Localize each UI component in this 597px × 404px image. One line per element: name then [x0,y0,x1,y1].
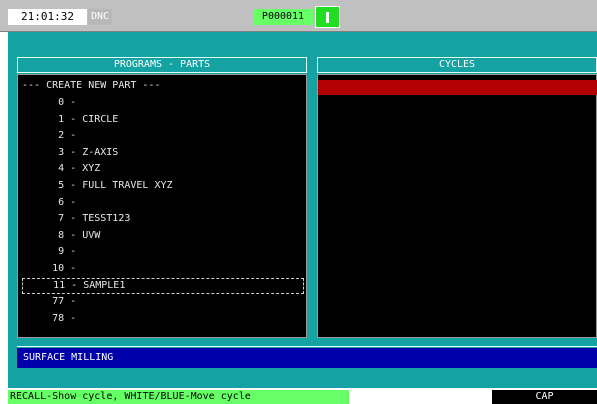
top-status-bar: 21:01:32 DNC P000011 [0,0,597,32]
dnc-indicator[interactable]: DNC [88,9,112,25]
program-item[interactable]: 3 - Z-AXIS [22,146,118,160]
program-item[interactable]: 7 - TESST123 [22,212,130,226]
cycle-selection-highlight[interactable] [318,80,597,95]
program-item[interactable]: 5 - FULL TRAVEL XYZ [22,179,172,193]
program-item[interactable]: 6 - [22,196,82,210]
program-item[interactable]: 8 - UVW [22,229,100,243]
program-item[interactable]: 2 - [22,129,82,143]
status-bar-icon [326,12,329,23]
cycles-list[interactable] [317,74,597,338]
program-id-indicator: P000011 [253,9,313,25]
clock-display: 21:01:32 [8,9,87,25]
mode-strip-border [17,346,597,347]
program-item[interactable]: 10 - [22,262,82,276]
program-item[interactable]: 78 - [22,312,82,326]
caps-lock-indicator: CAP [492,390,597,404]
mode-label: SURFACE MILLING [23,352,114,363]
cycles-panel-title: CYCLES [438,59,476,70]
program-item[interactable]: 9 - [22,245,82,259]
mode-strip: SURFACE MILLING [17,348,597,368]
program-item[interactable]: 1 - CIRCLE [22,113,118,127]
programs-panel-header: PROGRAMS - PARTS [17,57,307,73]
run-status-indicator [315,6,340,28]
create-new-part-item[interactable]: --- CREATE NEW PART --- [22,79,160,93]
key-hint: RECALL-Show cycle, WHITE/BLUE-Move cycle [8,390,349,404]
program-item[interactable]: 11 - SAMPLE1 [22,278,304,294]
program-item[interactable]: 77 - [22,295,82,309]
program-item[interactable]: 0 - [22,96,82,110]
program-item[interactable]: 4 - XYZ [22,162,100,176]
programs-panel-title: PROGRAMS - PARTS [113,59,211,70]
cycles-panel-header: CYCLES [317,57,597,73]
